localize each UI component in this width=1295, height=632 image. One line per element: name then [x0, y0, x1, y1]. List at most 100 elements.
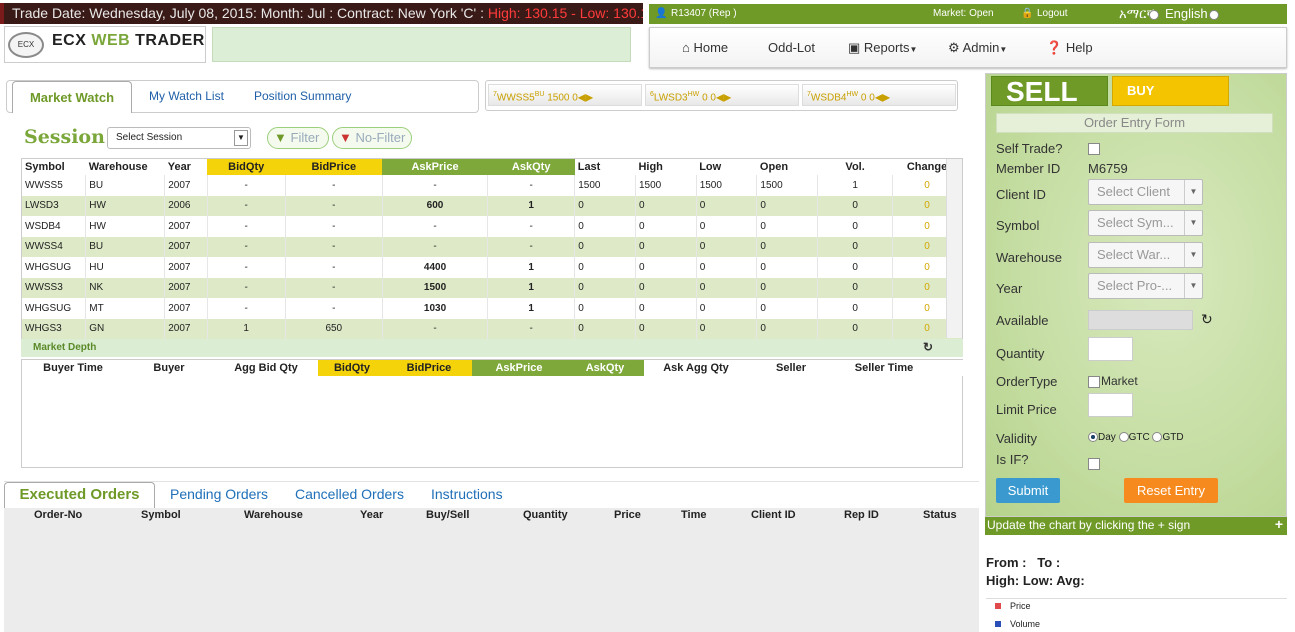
- table-row[interactable]: WHGS3 GN 2007 1 650- -0 0 0 0 0 0: [22, 318, 962, 339]
- nav-oddlot[interactable]: Odd-Lot: [768, 40, 815, 55]
- grid-cell: -: [285, 236, 383, 257]
- table-row[interactable]: WSDB4 HW 2007- - - -0 0 0 0 0 0: [22, 216, 962, 237]
- tab-cancelled-orders[interactable]: Cancelled Orders: [295, 486, 404, 502]
- grid-cell: -: [207, 195, 286, 216]
- grid-cell: 1: [487, 257, 576, 278]
- buy-tab[interactable]: BUY: [1112, 76, 1229, 106]
- chevron-down-icon: ▼: [1184, 243, 1202, 267]
- grid-cell: 2007: [164, 236, 208, 257]
- no-filter-button[interactable]: ▼ No-Filter: [332, 127, 412, 149]
- table-row[interactable]: WHGSUG HU 2007- -4400 1 0 0 0 0 0 0: [22, 257, 962, 278]
- client-select[interactable]: Select Client ▼: [1088, 179, 1203, 205]
- limit-price-input[interactable]: [1088, 393, 1133, 417]
- grid-cell: -: [487, 175, 576, 196]
- grid-cell: 1: [817, 175, 894, 196]
- is-if-checkbox[interactable]: [1088, 458, 1100, 470]
- lang-english-radio[interactable]: [1209, 10, 1219, 20]
- mini-sup: HW: [846, 91, 859, 98]
- grid-header-askqty[interactable]: AskQty: [487, 159, 575, 175]
- grid-cell: 0: [817, 277, 894, 298]
- ecx-logo-icon: ECX: [8, 32, 44, 58]
- filter-label: Filter: [290, 130, 320, 145]
- mini-symbol: LWSD3: [653, 92, 688, 104]
- grid-header-bidqty[interactable]: BidQty: [207, 159, 286, 175]
- gtc-radio[interactable]: [1118, 432, 1129, 443]
- grid-cell: WHGSUG: [22, 298, 87, 319]
- nav-home-label: Home: [693, 40, 729, 55]
- submit-button[interactable]: Submit: [996, 478, 1060, 503]
- chevron-down-icon: ▼: [234, 130, 248, 146]
- grid-header-askprice[interactable]: AskPrice: [382, 159, 488, 175]
- grid-header-year[interactable]: Year: [164, 159, 208, 175]
- reset-entry-button[interactable]: Reset Entry: [1124, 478, 1218, 503]
- depth-header: BidPrice: [386, 360, 472, 376]
- grid-scrollbar[interactable]: [946, 159, 962, 338]
- grid-cell: -: [487, 236, 576, 257]
- logout-link[interactable]: Logout: [1037, 8, 1068, 19]
- grid-header-symbol[interactable]: Symbol: [22, 159, 86, 175]
- lang-english[interactable]: English: [1165, 6, 1208, 21]
- grid-header-high[interactable]: High: [635, 159, 697, 175]
- order-header: Quantity: [523, 509, 568, 521]
- grid-cell: 2007: [164, 318, 208, 339]
- grid-cell: -: [207, 298, 286, 319]
- ticker-high-low: High: 130.15 - Low: 130.1: [487, 5, 643, 21]
- grid-cell: 1500: [382, 277, 489, 298]
- gtd-radio[interactable]: [1152, 432, 1163, 443]
- day-radio[interactable]: [1088, 432, 1098, 443]
- depth-header: Seller Time: [834, 360, 934, 376]
- table-row[interactable]: LWSD3 HW 2006- -600 1 0 0 0 0 0 0: [22, 195, 962, 216]
- grid-cell: -: [207, 277, 286, 298]
- nav-home[interactable]: ⌂ Home: [682, 40, 728, 55]
- grid-cell: 0: [635, 257, 697, 278]
- nav-help[interactable]: ❓ Help: [1046, 40, 1093, 56]
- grid-header-vol[interactable]: Vol.: [817, 159, 893, 175]
- grid-cell: 0: [696, 318, 758, 339]
- nav-admin[interactable]: ⚙ Admin▼: [948, 40, 1007, 56]
- refresh-icon[interactable]: ↻: [923, 340, 933, 354]
- self-trade-checkbox[interactable]: [1088, 143, 1100, 155]
- session-select[interactable]: Select Session ▼: [107, 127, 251, 149]
- tab-market-watch[interactable]: Market Watch: [12, 81, 132, 113]
- grid-header-open[interactable]: Open: [756, 159, 818, 175]
- grid-header-warehouse[interactable]: Warehouse: [85, 159, 165, 175]
- market-grid: Symbol Warehouse Year BidQty BidPrice AskPric…: [21, 158, 963, 339]
- grid-cell: 0: [574, 298, 636, 319]
- grid-cell: 0: [756, 318, 819, 339]
- tab-my-watch-list[interactable]: My Watch List: [149, 89, 224, 103]
- grid-cell: 0: [756, 195, 819, 216]
- stats-label: High: Low: Avg:: [986, 573, 1085, 588]
- quantity-input[interactable]: [1088, 337, 1133, 361]
- tab-position-summary[interactable]: Position Summary: [254, 89, 351, 103]
- chart-legend: Price Volume: [986, 598, 1287, 632]
- nav-reports[interactable]: ▣ Reports▼: [848, 40, 917, 56]
- grid-header-low[interactable]: Low: [696, 159, 757, 175]
- refresh-icon[interactable]: ↻: [1201, 311, 1213, 328]
- table-row[interactable]: WWSS4 BU 2007- - - -0 0 0 0 0 0: [22, 236, 962, 257]
- grid-header-last[interactable]: Last: [574, 159, 636, 175]
- help-icon: ❓: [1046, 40, 1063, 55]
- table-row[interactable]: WWSS3 NK 2007- -1500 1 0 0 0 0 0 0: [22, 277, 962, 298]
- report-icon: ▣: [848, 40, 861, 55]
- grid-cell: 600: [382, 195, 489, 216]
- sell-tab[interactable]: SELL: [991, 76, 1108, 107]
- available-field: [1088, 310, 1193, 330]
- volume-swatch: [995, 621, 1001, 627]
- mini-sup: HW: [687, 91, 700, 98]
- symbol-select-label: Select Sym...: [1097, 215, 1174, 230]
- tab-instructions[interactable]: Instructions: [431, 486, 503, 502]
- grid-cell: 0: [696, 257, 758, 278]
- tab-executed-orders[interactable]: Executed Orders: [4, 482, 155, 508]
- plus-icon[interactable]: +: [1275, 516, 1283, 532]
- filter-button[interactable]: ▼ Filter: [267, 127, 329, 149]
- table-row[interactable]: WWSS5 BU 2007- - - -1500 1500 1500 1500 1 0: [22, 175, 962, 196]
- tab-pending-orders[interactable]: Pending Orders: [170, 486, 268, 502]
- grid-cell: 0: [756, 277, 819, 298]
- market-checkbox[interactable]: [1088, 376, 1100, 388]
- symbol-select[interactable]: Select Sym... ▼: [1088, 210, 1203, 236]
- warehouse-select[interactable]: Select War... ▼: [1088, 242, 1203, 268]
- grid-header-bidprice[interactable]: BidPrice: [285, 159, 383, 175]
- table-row[interactable]: WHGSUG MT 2007- -1030 1 0 0 0 0 0 0: [22, 298, 962, 319]
- lang-amharic-radio[interactable]: [1149, 10, 1159, 20]
- year-select[interactable]: Select Pro-... ▼: [1088, 273, 1203, 299]
